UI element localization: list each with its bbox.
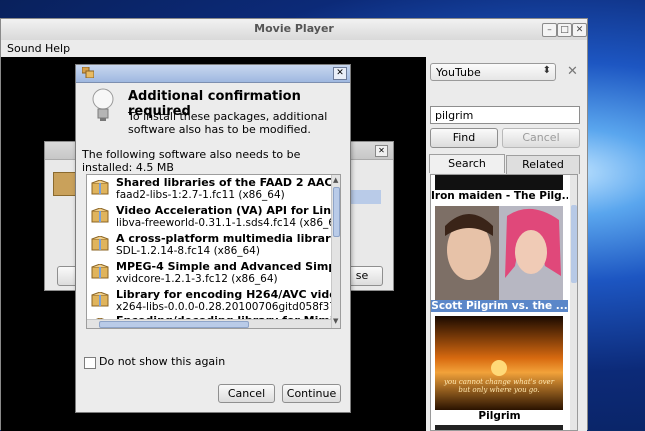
package-list: Shared libraries of the FAAD 2 AAC deco … xyxy=(86,174,341,329)
menu-help[interactable]: Help xyxy=(45,42,70,55)
search-input[interactable]: pilgrim xyxy=(430,106,580,124)
list-item[interactable]: MPEG-4 Simple and Advanced Simple P xvid… xyxy=(87,259,340,287)
result-thumbnail[interactable] xyxy=(435,425,563,430)
package-version: xvidcore-1.2.1-3.fc12 (x86_64) xyxy=(116,273,278,285)
list-item[interactable]: Library for encoding H264/AVC video st x… xyxy=(87,287,340,315)
movie-still-icon xyxy=(435,206,563,300)
package-list-hscrollbar[interactable] xyxy=(87,319,331,328)
cancel-search-button[interactable]: Cancel xyxy=(502,128,580,148)
package-version: x264-libs-0.0.0-0.28.20100706gitd058f37.… xyxy=(116,301,341,313)
sidebar: YouTube ⬍ ✕ pilgrim Find Cancel Search R… xyxy=(426,57,587,431)
lightbulb-icon xyxy=(90,87,116,123)
list-item[interactable]: Video Acceleration (VA) API for Linux li… xyxy=(87,203,340,231)
menu-sound[interactable]: Sound xyxy=(7,42,42,55)
package-list-scrollbar[interactable]: ▲ ▼ xyxy=(331,175,340,328)
source-select-value: YouTube xyxy=(436,66,481,79)
package-icon xyxy=(91,291,111,308)
close-icon[interactable]: ✕ xyxy=(333,67,347,80)
package-version: SDL-1.2.14-8.fc14 (x86_64) xyxy=(116,245,260,257)
package-version: libva-freeworld-0.31.1-1.sds4.fc14 (x86_… xyxy=(116,217,341,229)
confirmation-dialog: ✕ Additional confirmation required To in… xyxy=(75,64,351,413)
package-name: Shared libraries of the FAAD 2 AAC deco xyxy=(116,176,341,189)
result-thumbnail[interactable] xyxy=(435,175,563,190)
close-sidebar-icon[interactable]: ✕ xyxy=(567,64,578,79)
results-scroll-thumb[interactable] xyxy=(571,205,577,283)
menu-bar: Sound Help xyxy=(1,40,587,57)
source-select[interactable]: YouTube ⬍ xyxy=(430,63,556,81)
cancel-button[interactable]: Cancel xyxy=(218,384,275,403)
tab-related-videos[interactable]: Related Videos xyxy=(506,155,580,189)
result-thumbnail[interactable] xyxy=(435,206,563,300)
minimize-icon[interactable]: – xyxy=(542,23,557,37)
package-name: A cross-platform multimedia library xyxy=(116,232,338,245)
package-name: MPEG-4 Simple and Advanced Simple P xyxy=(116,260,341,273)
package-icon xyxy=(91,207,111,224)
package-icon xyxy=(91,179,111,196)
maximize-icon[interactable]: □ xyxy=(557,23,572,37)
package-icon xyxy=(91,263,111,280)
list-item[interactable]: Shared libraries of the FAAD 2 AAC deco … xyxy=(87,175,340,203)
do-not-show-checkbox[interactable] xyxy=(84,357,96,369)
do-not-show-label: Do not show this again xyxy=(99,355,226,368)
window-title: Movie Player xyxy=(254,22,334,35)
package-name: Library for encoding H264/AVC video st xyxy=(116,288,341,301)
sunset-thumbnail-icon xyxy=(435,316,563,410)
package-icon xyxy=(91,235,111,252)
updown-arrow-icon: ⬍ xyxy=(542,65,551,76)
close-window-icon[interactable]: ✕ xyxy=(572,23,587,37)
package-list-scroll-thumb[interactable] xyxy=(333,187,340,237)
package-list-hscroll-thumb[interactable] xyxy=(99,321,249,328)
find-button[interactable]: Find xyxy=(430,128,498,148)
title-bar[interactable]: Movie Player – □ ✕ xyxy=(1,19,587,41)
continue-button[interactable]: Continue xyxy=(282,384,341,403)
result-title-selected[interactable]: Scott Pilgrim vs. the ... xyxy=(431,300,568,312)
tab-search-results[interactable]: Search Results xyxy=(429,154,505,188)
search-results-list: Iron maiden - The Pilg... Scott Pilgrim … xyxy=(430,174,578,431)
list-item[interactable]: A cross-platform multimedia library SDL-… xyxy=(87,231,338,259)
dialog-subtext: To install these packages, additional so… xyxy=(128,110,328,136)
scroll-up-icon[interactable]: ▲ xyxy=(333,176,338,184)
result-thumbnail[interactable]: you cannot change what's over but only w… xyxy=(435,316,563,410)
thumbnail-quote: you cannot change what's over but only w… xyxy=(443,378,555,394)
close-icon[interactable]: ✕ xyxy=(375,145,388,157)
package-name: Video Acceleration (VA) API for Linux xyxy=(116,204,341,217)
result-title[interactable]: Iron maiden - The Pilg... xyxy=(431,190,568,202)
scroll-down-icon[interactable]: ▼ xyxy=(333,317,338,325)
package-icon xyxy=(81,66,95,79)
result-title[interactable]: Pilgrim xyxy=(431,410,568,422)
dialog-title-bar[interactable]: ✕ xyxy=(76,65,350,83)
requirement-text: The following software also needs to be … xyxy=(82,148,301,174)
progress-bar xyxy=(351,190,381,204)
package-version: faad2-libs-1:2.7-1.fc11 (x86_64) xyxy=(116,189,285,201)
results-scrollbar[interactable] xyxy=(570,175,577,430)
